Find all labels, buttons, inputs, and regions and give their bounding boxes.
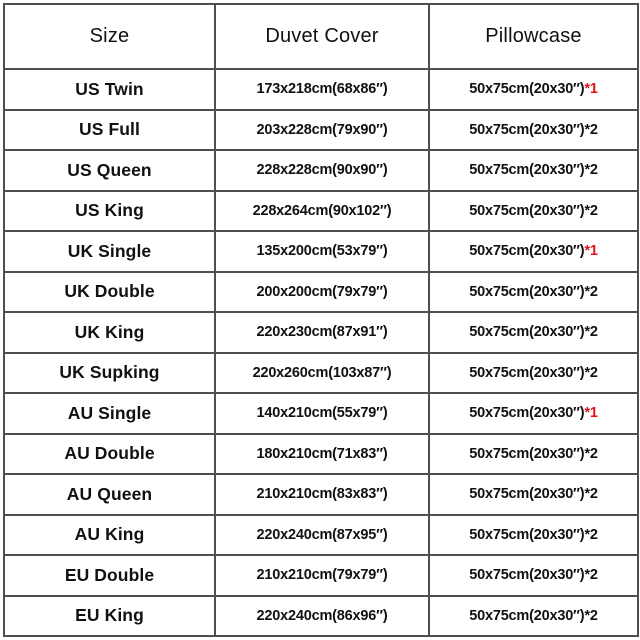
cell-duvet-cover: 173x218cm(68x86″) [214, 68, 430, 111]
cell-pillowcase: 50x75cm(20x30″)*2 [428, 149, 639, 192]
pillowcase-dimensions: 50x75cm(20x30″) [469, 405, 585, 422]
pillowcase-dimensions: 50x75cm(20x30″) [469, 81, 585, 98]
table-row: EU Double 210x210cm(79x79″) 50x75cm(20x30″… [3, 554, 639, 597]
cell-size: AU Single [3, 392, 216, 435]
pillowcase-dimensions: 50x75cm(20x30″) [469, 121, 585, 138]
pillowcase-quantity: *2 [584, 283, 598, 300]
cell-size: AU King [3, 513, 216, 556]
cell-duvet-cover: 228x228cm(90x90″) [214, 149, 430, 192]
table-row: EU King 220x240cm(86x96″) 50x75cm(20x30″)*… [3, 594, 639, 637]
pillowcase-dimensions: 50x75cm(20x30″) [469, 243, 585, 260]
pillowcase-dimensions: 50x75cm(20x30″) [469, 162, 585, 179]
pillowcase-quantity: *2 [584, 121, 598, 138]
table-row: UK Single 135x200cm(53x79″) 50x75cm(20x30″… [3, 230, 639, 273]
cell-duvet-cover: 220x260cm(103x87″) [214, 351, 430, 394]
pillowcase-quantity: *2 [584, 526, 598, 543]
cell-duvet-cover: 220x240cm(87x95″) [214, 513, 430, 556]
cell-pillowcase: 50x75cm(20x30″)*2 [428, 189, 639, 232]
pillowcase-quantity: *2 [584, 607, 598, 624]
pillowcase-quantity: *2 [584, 202, 598, 219]
pillowcase-dimensions: 50x75cm(20x30″) [469, 526, 585, 543]
cell-pillowcase: 50x75cm(20x30″)*2 [428, 594, 639, 637]
pillowcase-dimensions: 50x75cm(20x30″) [469, 202, 585, 219]
pillowcase-dimensions: 50x75cm(20x30″) [469, 486, 585, 503]
cell-size: US Full [3, 108, 216, 151]
pillowcase-quantity: *2 [584, 567, 598, 584]
cell-duvet-cover: 210x210cm(79x79″) [214, 554, 430, 597]
table-row: UK Supking 220x260cm(103x87″) 50x75cm(20x3… [3, 351, 639, 394]
pillowcase-quantity: *2 [584, 162, 598, 179]
table-header: Size Duvet Cover Pillowcase [3, 3, 639, 70]
size-chart-container: Size Duvet Cover Pillowcase US Twin 173x2… [3, 3, 639, 637]
table-row: AU Queen 210x210cm(83x83″) 50x75cm(20x30″)… [3, 473, 639, 516]
cell-size: UK King [3, 311, 216, 354]
pillowcase-quantity: *1 [584, 243, 598, 260]
cell-pillowcase: 50x75cm(20x30″)*2 [428, 108, 639, 151]
pillowcase-quantity: *2 [584, 445, 598, 462]
pillowcase-dimensions: 50x75cm(20x30″) [469, 567, 585, 584]
cell-size: UK Supking [3, 351, 216, 394]
table-row: AU Double 180x210cm(71x83″) 50x75cm(20x30″… [3, 432, 639, 475]
table-row: US Queen 228x228cm(90x90″) 50x75cm(20x30″)… [3, 149, 639, 192]
pillowcase-quantity: *2 [584, 364, 598, 381]
cell-duvet-cover: 210x210cm(83x83″) [214, 473, 430, 516]
table-row: UK King 220x230cm(87x91″) 50x75cm(20x30″)*… [3, 311, 639, 354]
table-row: US Full 203x228cm(79x90″) 50x75cm(20x30″)*… [3, 108, 639, 151]
table-row: AU King 220x240cm(87x95″) 50x75cm(20x30″)*… [3, 513, 639, 556]
cell-duvet-cover: 203x228cm(79x90″) [214, 108, 430, 151]
cell-size: AU Double [3, 432, 216, 475]
cell-size: EU King [3, 594, 216, 637]
header-row: Size Duvet Cover Pillowcase [3, 3, 639, 70]
cell-pillowcase: 50x75cm(20x30″)*2 [428, 554, 639, 597]
size-chart-table: Size Duvet Cover Pillowcase US Twin 173x2… [3, 3, 639, 637]
cell-pillowcase: 50x75cm(20x30″)*2 [428, 270, 639, 313]
pillowcase-dimensions: 50x75cm(20x30″) [469, 364, 585, 381]
pillowcase-dimensions: 50x75cm(20x30″) [469, 324, 585, 341]
cell-pillowcase: 50x75cm(20x30″)*1 [428, 392, 639, 435]
cell-size: US Twin [3, 68, 216, 111]
pillowcase-dimensions: 50x75cm(20x30″) [469, 607, 585, 624]
cell-pillowcase: 50x75cm(20x30″)*1 [428, 230, 639, 273]
cell-size: EU Double [3, 554, 216, 597]
pillowcase-dimensions: 50x75cm(20x30″) [469, 283, 585, 300]
pillowcase-quantity: *1 [584, 405, 598, 422]
table-row: UK Double 200x200cm(79x79″) 50x75cm(20x30″… [3, 270, 639, 313]
cell-pillowcase: 50x75cm(20x30″)*2 [428, 473, 639, 516]
cell-pillowcase: 50x75cm(20x30″)*2 [428, 513, 639, 556]
pillowcase-quantity: *2 [584, 486, 598, 503]
cell-duvet-cover: 135x200cm(53x79″) [214, 230, 430, 273]
pillowcase-dimensions: 50x75cm(20x30″) [469, 445, 585, 462]
table-row: AU Single 140x210cm(55x79″) 50x75cm(20x30″… [3, 392, 639, 435]
table-row: US King 228x264cm(90x102″) 50x75cm(20x30″)… [3, 189, 639, 232]
cell-size: UK Single [3, 230, 216, 273]
cell-pillowcase: 50x75cm(20x30″)*2 [428, 351, 639, 394]
cell-pillowcase: 50x75cm(20x30″)*2 [428, 432, 639, 475]
cell-pillowcase: 50x75cm(20x30″)*1 [428, 68, 639, 111]
table-body: US Twin 173x218cm(68x86″) 50x75cm(20x30″)*… [3, 68, 639, 637]
cell-size: US Queen [3, 149, 216, 192]
cell-size: AU Queen [3, 473, 216, 516]
cell-pillowcase: 50x75cm(20x30″)*2 [428, 311, 639, 354]
cell-size: UK Double [3, 270, 216, 313]
column-header-pillowcase: Pillowcase [428, 3, 639, 70]
cell-duvet-cover: 180x210cm(71x83″) [214, 432, 430, 475]
table-row: US Twin 173x218cm(68x86″) 50x75cm(20x30″)*… [3, 68, 639, 111]
column-header-duvet-cover: Duvet Cover [214, 3, 430, 70]
column-header-size: Size [3, 3, 216, 70]
cell-duvet-cover: 220x230cm(87x91″) [214, 311, 430, 354]
cell-duvet-cover: 220x240cm(86x96″) [214, 594, 430, 637]
pillowcase-quantity: *1 [584, 81, 598, 98]
cell-duvet-cover: 140x210cm(55x79″) [214, 392, 430, 435]
cell-size: US King [3, 189, 216, 232]
pillowcase-quantity: *2 [584, 324, 598, 341]
cell-duvet-cover: 200x200cm(79x79″) [214, 270, 430, 313]
cell-duvet-cover: 228x264cm(90x102″) [214, 189, 430, 232]
